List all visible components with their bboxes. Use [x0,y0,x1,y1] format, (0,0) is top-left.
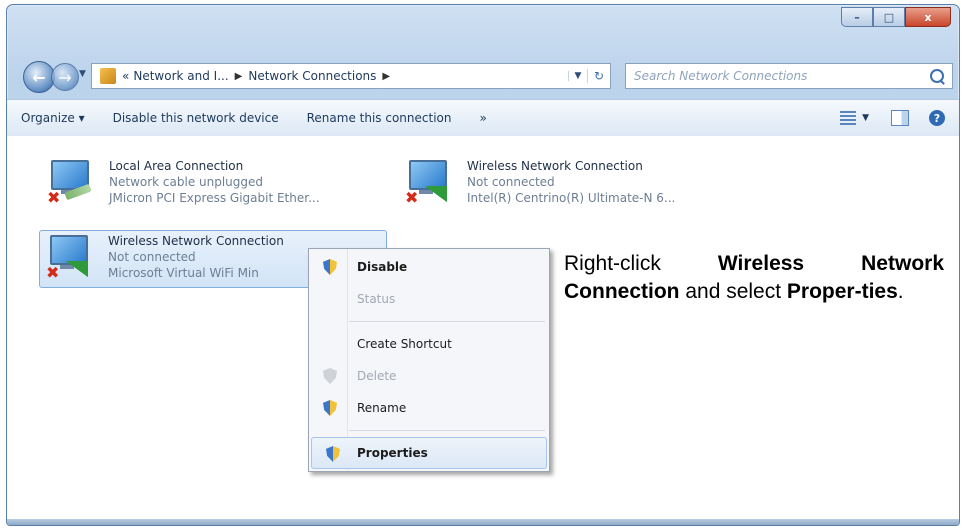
maximize-button[interactable]: □ [873,7,905,27]
menu-item-label: Properties [357,446,428,460]
help-icon[interactable]: ? [929,110,945,126]
title-bar: – □ x [7,5,959,57]
instruction-part: . [897,280,904,303]
uac-shield-icon [323,368,337,384]
menu-item-disable[interactable]: Disable [309,251,549,283]
close-button[interactable]: x [905,7,951,27]
window-controls: – □ x [841,7,951,27]
organize-button[interactable]: Organize ▾ [7,111,99,125]
network-adapter-icon: ✖ [41,156,109,212]
connection-status: Network cable unplugged [109,175,264,189]
connection-details: Wireless Network Connection Not connecte… [467,156,675,212]
disconnected-x-icon: ✖ [46,263,60,282]
connection-name: Wireless Network Connection [108,234,284,248]
wifi-signal-icon [66,261,88,277]
disconnected-x-icon: ✖ [47,188,61,207]
view-dropdown-icon[interactable]: ▼ [862,113,869,123]
connection-name: Local Area Connection [109,159,244,173]
network-folder-icon [100,68,116,84]
change-view-icon[interactable] [840,111,857,125]
menu-item-label: Delete [357,369,397,383]
breadcrumb-separator-icon[interactable]: ▶ [382,71,390,82]
connection-name: Wireless Network Connection [467,159,643,173]
breadcrumb-overflow[interactable]: « [122,69,129,83]
breadcrumb-network-connections[interactable]: Network Connections [248,69,376,83]
instruction-text: Right-click Wireless Network Connection … [564,250,944,380]
menu-item-properties[interactable]: Properties [311,437,547,469]
connection-item-wireless-intel[interactable]: ✖ Wireless Network Connection Not connec… [399,156,759,212]
menu-item-label: Disable [357,260,408,274]
connection-item-local-area[interactable]: ✖ Local Area Connection Network cable un… [41,156,361,212]
uac-shield-icon [323,259,337,275]
window-bottom-edge [7,519,959,525]
preview-pane-icon[interactable] [891,110,909,126]
instruction-part: Right-click [564,252,718,275]
recent-pages-dropdown-icon[interactable]: ▼ [79,69,86,79]
menu-item-create-shortcut[interactable]: Create Shortcut [309,328,549,360]
rename-connection-button[interactable]: Rename this connection [293,111,466,125]
context-menu: Disable Status Create Shortcut Delete Re… [308,248,550,472]
menu-separator [349,321,545,322]
search-input[interactable]: Search Network Connections [625,63,953,89]
instruction-emphasis: Proper-ties [786,280,898,303]
disable-device-button[interactable]: Disable this network device [99,111,293,125]
menu-item-status[interactable]: Status [309,283,549,315]
search-placeholder: Search Network Connections [634,69,808,83]
menu-item-label: Create Shortcut [357,337,452,351]
menu-item-rename[interactable]: Rename [309,392,549,424]
forward-arrow-icon: → [58,67,72,87]
connection-status: Not connected [467,175,555,189]
wifi-signal-icon [425,186,447,202]
connection-details: Wireless Network Connection Not connecte… [108,231,284,287]
uac-shield-icon [323,400,337,416]
uac-shield-icon [326,446,340,462]
command-bar: Organize ▾ Disable this network device R… [7,99,959,137]
minimize-button[interactable]: – [841,7,873,27]
breadcrumb-network-and-internet[interactable]: Network and I... [133,69,228,83]
menu-item-label: Rename [357,401,407,415]
connection-device: Microsoft Virtual WiFi Min [108,266,259,280]
connection-device: JMicron PCI Express Gigabit Ether... [109,191,320,205]
connection-status: Not connected [108,250,196,264]
network-adapter-icon: ✖ [40,231,108,287]
breadcrumb-separator-icon[interactable]: ▶ [235,71,243,82]
instruction-part: and select [679,280,787,303]
search-icon[interactable] [930,69,944,83]
address-dropdown-icon[interactable]: ▼ [568,71,587,81]
disconnected-x-icon: ✖ [405,188,419,207]
menu-separator [349,430,545,431]
more-commands-button[interactable]: » [465,111,500,125]
connection-device: Intel(R) Centrino(R) Ultimate-N 6... [467,191,676,205]
menu-item-label: Status [357,292,396,306]
command-bar-right: ▼ ? [834,110,959,126]
menu-item-delete[interactable]: Delete [309,360,549,392]
back-arrow-icon: ← [32,67,46,87]
refresh-icon[interactable]: ↻ [587,69,610,83]
address-bar[interactable]: « Network and I... ▶ Network Connections… [91,63,611,89]
network-adapter-icon: ✖ [399,156,467,212]
forward-button[interactable]: → [51,63,79,91]
connection-details: Local Area Connection Network cable unpl… [109,156,320,212]
